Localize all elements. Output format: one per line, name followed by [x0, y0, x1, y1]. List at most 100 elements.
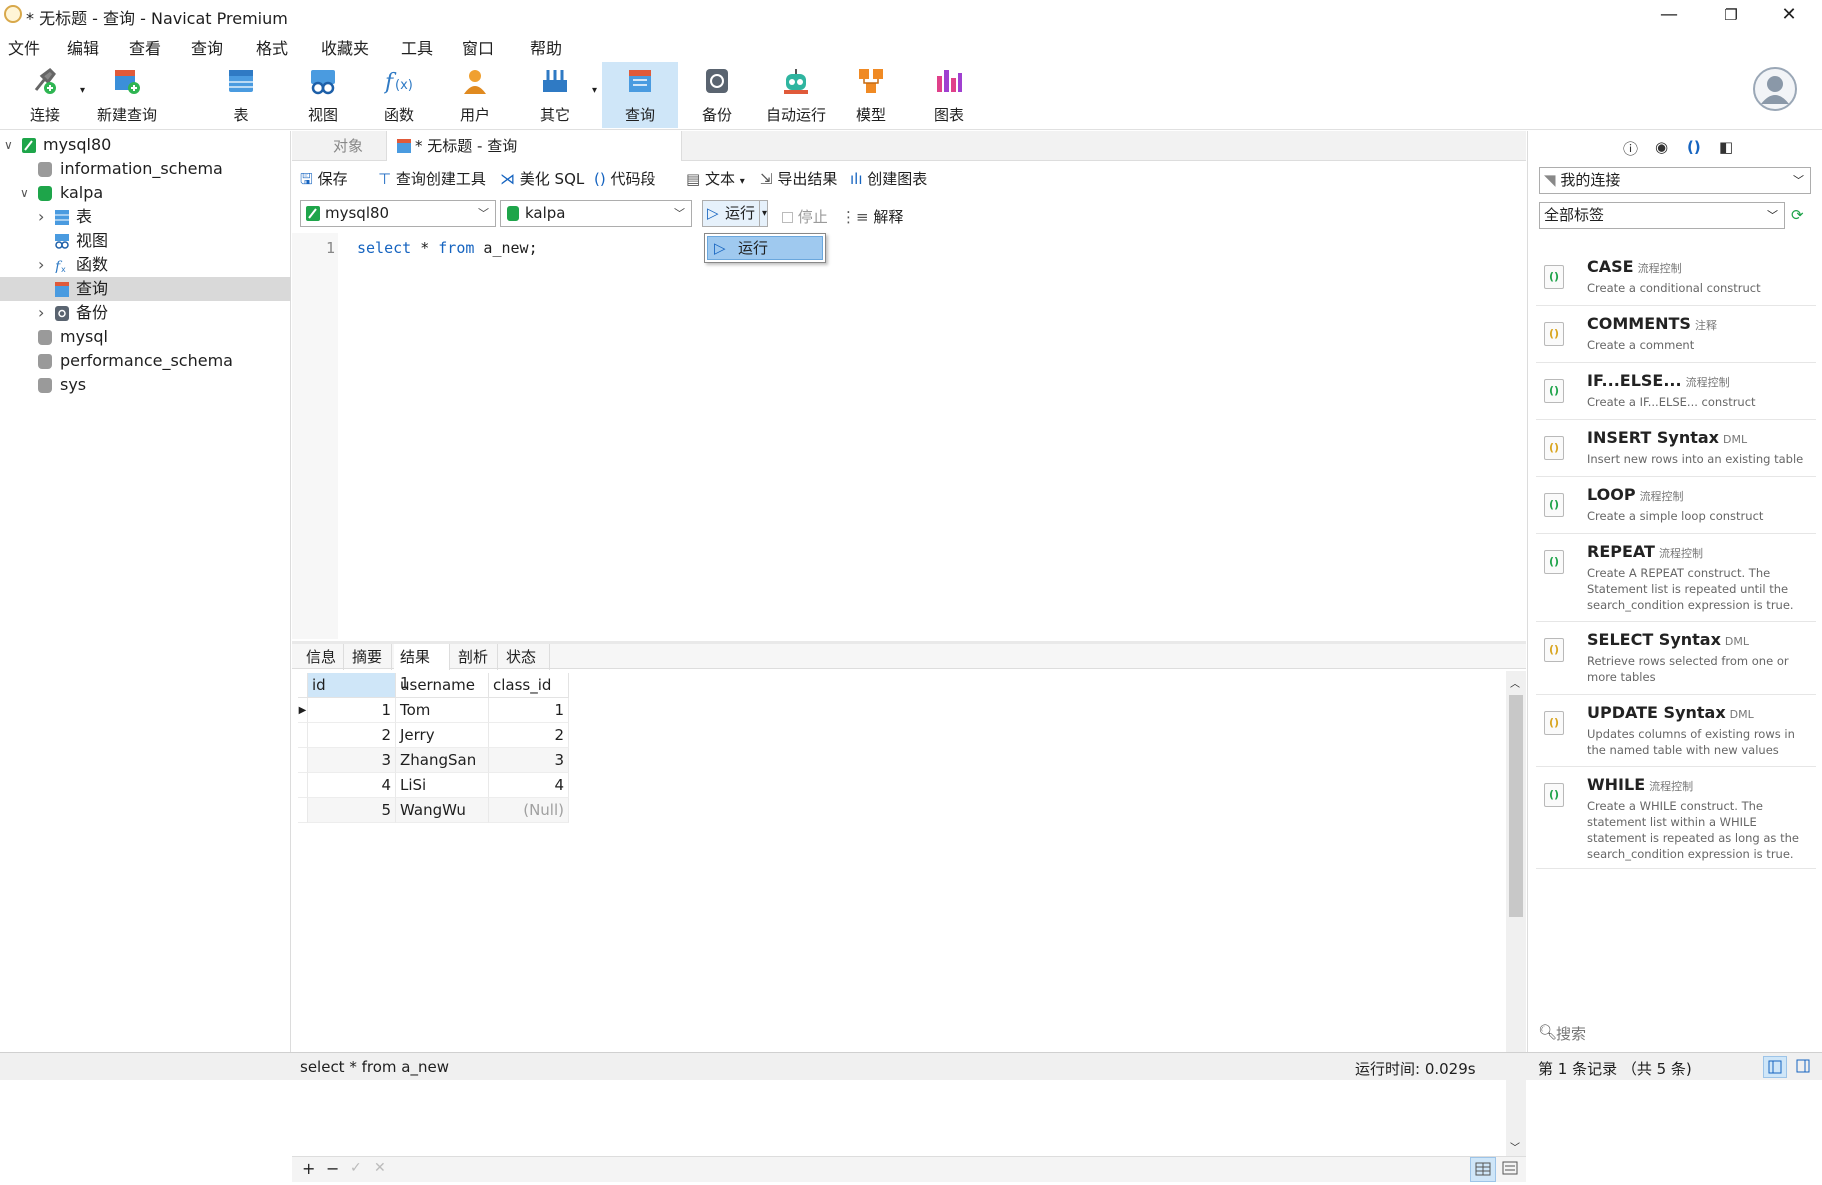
- add-record-button[interactable]: +: [302, 1159, 315, 1178]
- chevron-down-icon[interactable]: ∨: [20, 181, 29, 205]
- menu-help[interactable]: 帮助: [530, 35, 562, 59]
- preview-icon[interactable]: ◉: [1655, 138, 1668, 156]
- toolbar-backup-button[interactable]: 备份: [686, 62, 748, 128]
- tree-item-backups[interactable]: › 备份: [0, 301, 291, 325]
- connection-select[interactable]: mysql80 ﹀: [300, 200, 496, 227]
- table-cell[interactable]: 4: [308, 773, 396, 798]
- snippet-tag-select[interactable]: 全部标签 ﹀: [1539, 202, 1785, 229]
- snippet-item[interactable]: () COMMENTS 注释 Create a comment: [1536, 306, 1816, 363]
- tab-result-1[interactable]: 结果 1: [394, 644, 450, 692]
- snippet-connection-select[interactable]: ◥ 我的连接 ﹀: [1539, 167, 1811, 194]
- snippet-search-input[interactable]: [1556, 1023, 1806, 1045]
- stop-button[interactable]: 停止: [782, 206, 828, 227]
- sql-editor[interactable]: 1 select * from a_new;: [292, 233, 1526, 639]
- snippet-item[interactable]: () INSERT Syntax DML Insert new rows into…: [1536, 420, 1816, 477]
- run-menu-item[interactable]: ▷ 运行: [707, 236, 823, 260]
- detail-layout-toggle[interactable]: [1792, 1056, 1816, 1078]
- table-cell[interactable]: 5: [308, 798, 396, 823]
- table-cell[interactable]: ZhangSan: [396, 748, 489, 773]
- table-cell[interactable]: 3: [489, 748, 569, 773]
- snippet-item[interactable]: () CASE 流程控制 Create a conditional constru…: [1536, 249, 1816, 306]
- menu-view[interactable]: 查看: [129, 35, 161, 59]
- snippet-item[interactable]: () UPDATE Syntax DML Updates columns of e…: [1536, 695, 1816, 767]
- row-header[interactable]: [298, 723, 308, 748]
- tree-item-kalpa[interactable]: ∨ kalpa: [0, 181, 291, 205]
- menu-file[interactable]: 文件: [8, 35, 40, 59]
- template-icon[interactable]: ◧: [1719, 138, 1733, 156]
- scroll-down-icon[interactable]: ﹀: [1510, 1139, 1520, 1154]
- table-cell[interactable]: 2: [308, 723, 396, 748]
- toolbar-model-button[interactable]: 模型: [840, 62, 902, 128]
- column-header-id[interactable]: id: [308, 673, 396, 698]
- query-builder-button[interactable]: ⊤ 查询创建工具: [378, 168, 486, 189]
- text-button[interactable]: ▤ 文本 ▾: [686, 168, 745, 189]
- create-chart-button[interactable]: ılı 创建图表: [850, 168, 927, 189]
- toolbar-connection-button[interactable]: 连接: [14, 62, 76, 128]
- column-header-class-id[interactable]: class_id: [489, 673, 569, 698]
- table-cell[interactable]: 1: [489, 698, 569, 723]
- beautify-sql-button[interactable]: ⋊ 美化 SQL: [500, 168, 584, 189]
- toolbar-new-query-button[interactable]: 新建查询: [94, 62, 160, 128]
- menu-format[interactable]: 格式: [256, 35, 288, 59]
- toolbar-automation-button[interactable]: 自动运行: [758, 62, 834, 128]
- tree-item-tables[interactable]: › 表: [0, 205, 291, 229]
- toolbar-chart-button[interactable]: 图表: [918, 62, 980, 128]
- tree-item-mysql80[interactable]: ∨ mysql80: [0, 133, 291, 157]
- discard-changes-button[interactable]: ✕: [374, 1160, 386, 1176]
- table-cell[interactable]: Jerry: [396, 723, 489, 748]
- info-icon[interactable]: ⓘ: [1623, 138, 1638, 159]
- grid-layout-toggle[interactable]: [1763, 1056, 1787, 1078]
- scroll-up-icon[interactable]: ︿: [1510, 675, 1520, 690]
- snippet-item[interactable]: () IF...ELSE... 流程控制 Create a IF...ELSE..…: [1536, 363, 1816, 420]
- table-cell[interactable]: 2: [489, 723, 569, 748]
- toolbar-table-button[interactable]: 表: [210, 62, 272, 128]
- table-cell-null[interactable]: (Null): [489, 798, 569, 823]
- sql-code-line[interactable]: select * from a_new;: [357, 239, 538, 257]
- snippet-item[interactable]: () REPEAT 流程控制 Create A REPEAT construct.…: [1536, 534, 1816, 622]
- chevron-right-icon[interactable]: ›: [38, 253, 44, 277]
- scrollbar-thumb[interactable]: [1509, 695, 1523, 917]
- tab-summary[interactable]: 摘要: [346, 644, 392, 670]
- menu-query[interactable]: 查询: [191, 35, 223, 59]
- table-cell[interactable]: WangWu: [396, 798, 489, 823]
- menu-favorites[interactable]: 收藏夹: [321, 35, 369, 59]
- table-cell[interactable]: 1: [308, 698, 396, 723]
- delete-record-button[interactable]: −: [326, 1159, 339, 1178]
- tree-item-views[interactable]: 视图: [0, 229, 291, 253]
- form-view-button[interactable]: [1498, 1157, 1524, 1182]
- result-scrollbar[interactable]: ︿ ﹀: [1506, 671, 1526, 1157]
- tree-item-information-schema[interactable]: information_schema: [0, 157, 291, 181]
- chevron-down-icon[interactable]: ∨: [4, 133, 13, 157]
- apply-changes-button[interactable]: ✓: [350, 1160, 362, 1176]
- table-cell[interactable]: 4: [489, 773, 569, 798]
- snippet-item[interactable]: () SELECT Syntax DML Retrieve rows select…: [1536, 622, 1816, 695]
- toolbar-view-button[interactable]: 视图: [292, 62, 354, 128]
- tab-status[interactable]: 状态: [500, 644, 550, 670]
- column-header-username[interactable]: username: [396, 673, 489, 698]
- tab-query[interactable]: * 无标题 - 查询: [386, 131, 682, 161]
- restore-button[interactable]: ❐: [1702, 0, 1760, 30]
- snippet-search-field[interactable]: 🔍︎: [1538, 1023, 1813, 1047]
- chevron-right-icon[interactable]: ›: [38, 205, 44, 229]
- menu-edit[interactable]: 编辑: [67, 35, 99, 59]
- tree-item-performance-schema[interactable]: performance_schema: [0, 349, 291, 373]
- tree-item-sys[interactable]: sys: [0, 373, 291, 397]
- toolbar-function-button[interactable]: f (x) 函数: [368, 62, 430, 128]
- tree-item-functions[interactable]: › fx 函数: [0, 253, 291, 277]
- connection-dropdown-arrow[interactable]: ▾: [80, 85, 85, 96]
- explain-button[interactable]: ⋮≡ 解释: [841, 206, 903, 227]
- table-cell[interactable]: 3: [308, 748, 396, 773]
- export-results-button[interactable]: ⇲ 导出结果: [760, 168, 837, 189]
- toolbar-query-button[interactable]: 查询: [602, 62, 678, 128]
- row-header[interactable]: [298, 773, 308, 798]
- close-button[interactable]: ✕: [1760, 0, 1818, 30]
- row-header[interactable]: [298, 798, 308, 823]
- chevron-right-icon[interactable]: ›: [38, 301, 44, 325]
- table-cell[interactable]: Tom: [396, 698, 489, 723]
- row-header[interactable]: [298, 748, 308, 773]
- grid-view-button[interactable]: [1470, 1157, 1496, 1182]
- tree-item-mysql[interactable]: mysql: [0, 325, 291, 349]
- snippet-item[interactable]: () LOOP 流程控制 Create a simple loop constru…: [1536, 477, 1816, 534]
- snippet-item[interactable]: () WHILE 流程控制 Create a WHILE construct. T…: [1536, 767, 1816, 869]
- avatar[interactable]: [1752, 66, 1798, 112]
